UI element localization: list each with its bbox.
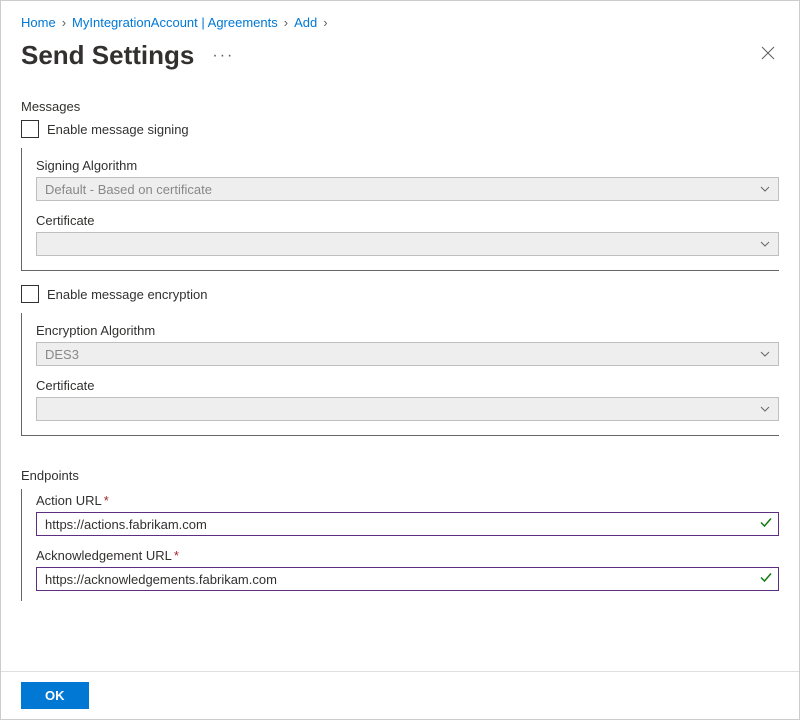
chevron-right-icon: › — [62, 15, 66, 30]
signing-group: Signing Algorithm Default - Based on cer… — [21, 148, 779, 271]
ack-url-input[interactable] — [36, 567, 779, 591]
chevron-right-icon: › — [284, 15, 288, 30]
ok-button[interactable]: OK — [21, 682, 89, 709]
breadcrumb-integration-account[interactable]: MyIntegrationAccount | Agreements — [72, 15, 278, 30]
signing-cert-label: Certificate — [36, 213, 779, 228]
breadcrumb: Home › MyIntegrationAccount | Agreements… — [21, 15, 779, 30]
action-url-label-text: Action URL — [36, 493, 102, 508]
encryption-alg-label: Encryption Algorithm — [36, 323, 779, 338]
enable-signing-checkbox[interactable] — [21, 120, 39, 138]
chevron-down-icon — [760, 349, 770, 359]
enable-signing-label[interactable]: Enable message signing — [47, 122, 189, 137]
encryption-alg-value: DES3 — [45, 347, 79, 362]
ack-url-label: Acknowledgement URL* — [36, 548, 779, 563]
chevron-down-icon — [760, 239, 770, 249]
breadcrumb-home[interactable]: Home — [21, 15, 56, 30]
close-icon — [761, 46, 775, 60]
action-url-input[interactable] — [36, 512, 779, 536]
ack-url-label-text: Acknowledgement URL — [36, 548, 172, 563]
close-button[interactable] — [757, 42, 779, 69]
signing-cert-select[interactable] — [36, 232, 779, 256]
encryption-alg-select[interactable]: DES3 — [36, 342, 779, 366]
page-title: Send Settings — [21, 40, 194, 71]
chevron-right-icon: › — [323, 15, 327, 30]
chevron-down-icon — [760, 404, 770, 414]
more-button[interactable]: ··· — [212, 47, 234, 65]
enable-encryption-label[interactable]: Enable message encryption — [47, 287, 207, 302]
endpoints-group: Action URL* Acknowledgement URL* — [21, 489, 779, 601]
encryption-group: Encryption Algorithm DES3 Certificate — [21, 313, 779, 436]
endpoints-heading: Endpoints — [21, 468, 779, 483]
chevron-down-icon — [760, 184, 770, 194]
action-url-label: Action URL* — [36, 493, 779, 508]
required-icon: * — [174, 548, 179, 563]
signing-alg-select[interactable]: Default - Based on certificate — [36, 177, 779, 201]
signing-alg-label: Signing Algorithm — [36, 158, 779, 173]
messages-heading: Messages — [21, 99, 779, 114]
enable-encryption-checkbox[interactable] — [21, 285, 39, 303]
footer: OK — [1, 671, 799, 719]
signing-alg-value: Default - Based on certificate — [45, 182, 212, 197]
breadcrumb-add[interactable]: Add — [294, 15, 317, 30]
required-icon: * — [104, 493, 109, 508]
encryption-cert-select[interactable] — [36, 397, 779, 421]
encryption-cert-label: Certificate — [36, 378, 779, 393]
